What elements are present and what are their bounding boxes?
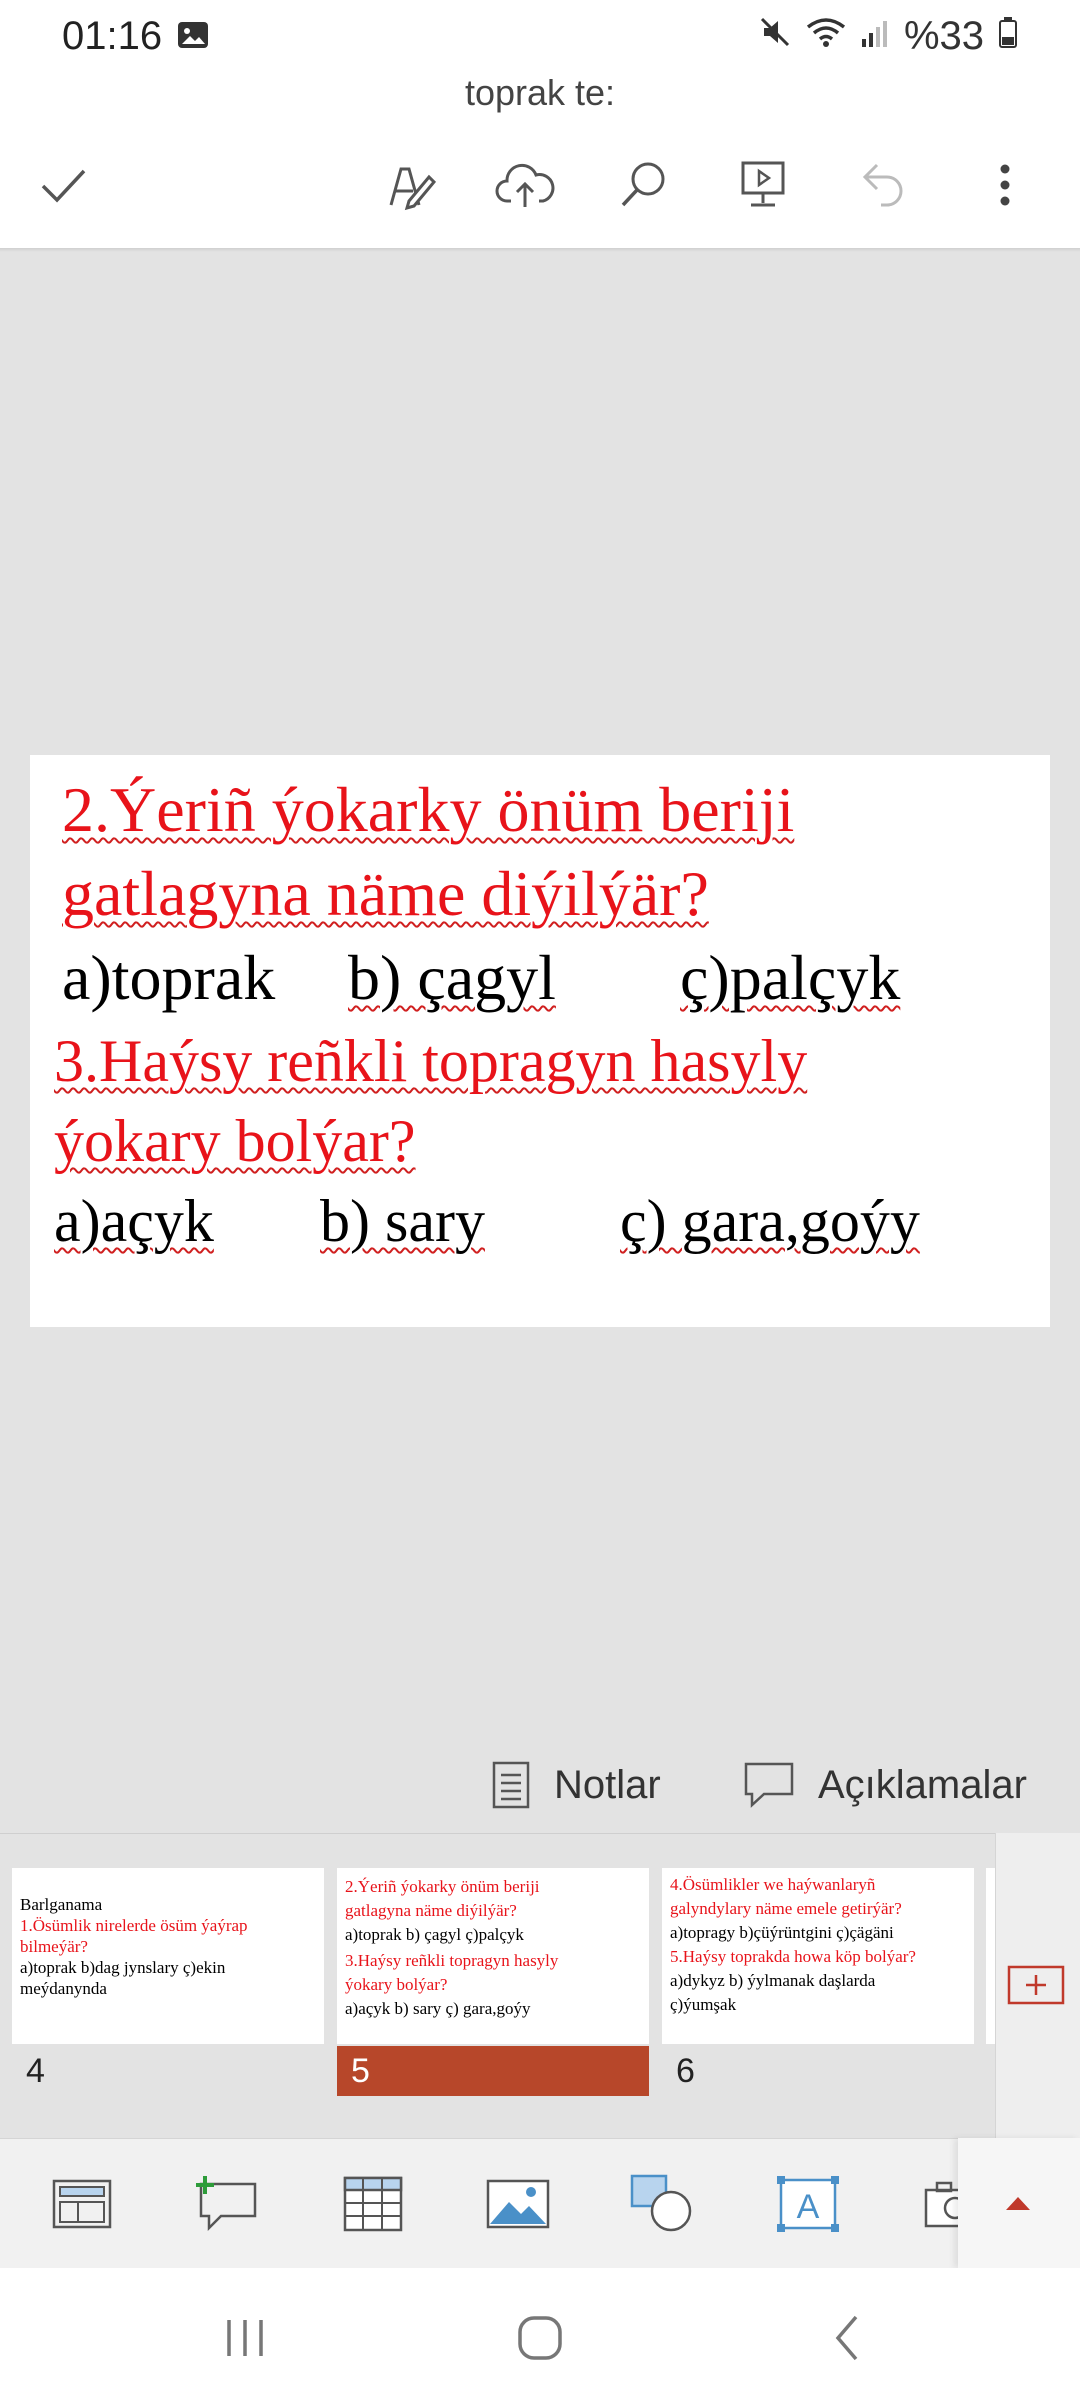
- thumb-line: 1.Ösümlik nirelerde ösüm ýaýrap: [20, 1916, 248, 1935]
- add-slide-icon: [1007, 1965, 1065, 2005]
- comments-button[interactable]: Açıklamalar: [742, 1745, 1027, 1825]
- q3-line2: ýokary bolýar?: [54, 1108, 416, 1174]
- thumb-line: galyndylary näme emele getirýär?: [670, 1899, 902, 1918]
- thumb-line: a)toprak b)dag jynslary ç)ekin: [20, 1958, 226, 1977]
- top-toolbar: [0, 140, 1080, 230]
- q2-option-b: b) çagyl: [348, 942, 556, 1013]
- thumbnail-preview: 4.Ösümlikler we haýwanlaryñ galyndylary …: [662, 1868, 974, 2044]
- undo-icon[interactable]: [838, 140, 928, 230]
- slide-number: 4: [26, 2052, 45, 2090]
- q2-line1: 2.Ýeriñ ýokarky önüm beriji: [62, 774, 795, 845]
- back-icon[interactable]: [812, 2308, 882, 2368]
- gallery-notification-icon: [176, 18, 210, 57]
- notes-button[interactable]: Notlar: [490, 1745, 661, 1825]
- q2-line2: gatlagyna näme diýilýär?: [62, 858, 709, 929]
- thumb-line: bilmeýär?: [20, 1937, 88, 1956]
- status-icons: %33: [758, 14, 1018, 59]
- q3-option-b: b) sary: [320, 1188, 485, 1254]
- thumb-line: a)açyk b) sary ç) gara,goýy: [345, 1999, 531, 2018]
- thumb-line: 4.Ösümlikler we haýwanlaryñ: [670, 1875, 876, 1894]
- slide-thumbnail[interactable]: 4.Ösümlikler we haýwanlaryñ galyndylary …: [662, 1868, 974, 2090]
- thumbnail-preview: 2.Ýeriñ ýokarky önüm beriji gatlagyna nä…: [337, 1868, 649, 2044]
- expand-up-icon[interactable]: [988, 2178, 1048, 2228]
- mute-icon: [758, 14, 792, 59]
- comments-label: Açıklamalar: [818, 1762, 1027, 1807]
- wifi-icon: [806, 14, 846, 59]
- table-icon[interactable]: [333, 2169, 413, 2239]
- slide-number: 5: [337, 2046, 649, 2096]
- shapes-icon[interactable]: [622, 2169, 702, 2239]
- thumb-line: 5.Haýsy toprakda howa köp bolýar?: [670, 1947, 916, 1966]
- insert-more-panel: [958, 2138, 1080, 2268]
- top-app-bar: 01:16 %33 toprak te:: [0, 0, 1080, 250]
- home-icon[interactable]: [505, 2308, 575, 2368]
- q3-option-a: a)açyk: [54, 1188, 214, 1254]
- thumb-line: ç)ýumşak: [670, 1995, 737, 2014]
- add-slide-button[interactable]: [1006, 1963, 1066, 2007]
- slide-thumbnail-selected[interactable]: 2.Ýeriñ ýokarky önüm beriji gatlagyna nä…: [337, 1868, 649, 2096]
- thumb-line: 2.Ýeriñ ýokarky önüm beriji: [345, 1877, 540, 1896]
- recent-apps-icon[interactable]: [210, 2308, 280, 2368]
- thumb-line: Barlganama: [20, 1895, 103, 1914]
- svg-text:A: A: [797, 2188, 820, 2226]
- signal-icon: [860, 14, 890, 59]
- battery-icon: [998, 14, 1018, 59]
- add-slide-panel: [995, 1833, 1080, 2138]
- more-icon[interactable]: [960, 140, 1050, 230]
- status-time: 01:16: [62, 14, 163, 58]
- thumb-line: gatlagyna näme diýilýär?: [345, 1901, 517, 1920]
- thumbnail-preview: Barlganama 1.Ösümlik nirelerde ösüm ýaýr…: [12, 1868, 324, 2044]
- textbox-icon[interactable]: A: [768, 2169, 848, 2239]
- thumb-line: a)topragy b)çüýrüntgini ç)çägäni: [670, 1923, 894, 1942]
- thumb-line: a)toprak b) çagyl ç)palçyk: [345, 1925, 524, 1944]
- layout-icon[interactable]: [42, 2169, 122, 2239]
- cloud-upload-icon[interactable]: [480, 140, 570, 230]
- comment-icon: [744, 1762, 794, 1808]
- notes-icon: [492, 1761, 530, 1809]
- thumb-line: a)dykyz b) ýylmanak daşlarda: [670, 1971, 876, 1990]
- picture-icon[interactable]: [478, 2169, 558, 2239]
- thumb-line: 3.Haýsy reñkli topragyn hasyly: [345, 1951, 559, 1970]
- q2-option-a: a)toprak: [62, 942, 276, 1013]
- slide-thumbnail-strip[interactable]: Barlganama 1.Ösümlik nirelerde ösüm ýaýr…: [0, 1833, 1080, 2139]
- new-comment-icon[interactable]: [186, 2169, 266, 2239]
- slide-number: 6: [676, 2052, 695, 2090]
- insert-toolbar: A: [0, 2138, 1080, 2269]
- notes-comments-bar: Notlar Açıklamalar: [0, 1745, 1080, 1830]
- system-navigation-bar: [0, 2268, 1080, 2408]
- pen-icon[interactable]: [364, 140, 454, 230]
- q3-option-c: ç) gara,goýy: [620, 1188, 920, 1254]
- search-icon[interactable]: [598, 140, 688, 230]
- slide-thumbnail[interactable]: Barlganama 1.Ösümlik nirelerde ösüm ýaýr…: [12, 1868, 324, 2090]
- thumb-line: ýokary bolýar?: [345, 1975, 448, 1994]
- next-thumbnail-edge[interactable]: [986, 1868, 995, 2044]
- check-icon[interactable]: [18, 140, 108, 230]
- present-icon[interactable]: [718, 140, 808, 230]
- thumb-line: meýdanynda: [20, 1979, 107, 1998]
- document-title[interactable]: toprak te:: [0, 72, 1080, 114]
- q2-option-c: ç)palçyk: [680, 942, 901, 1013]
- toolbar-divider: [0, 248, 1080, 252]
- q3-line1: 3.Haýsy reñkli topragyn hasyly: [54, 1028, 808, 1094]
- battery-level: %33: [903, 14, 984, 58]
- notes-label: Notlar: [554, 1762, 661, 1807]
- slide-canvas[interactable]: 2.Ýeriñ ýokarky önüm beriji gatlagyna nä…: [30, 755, 1050, 1327]
